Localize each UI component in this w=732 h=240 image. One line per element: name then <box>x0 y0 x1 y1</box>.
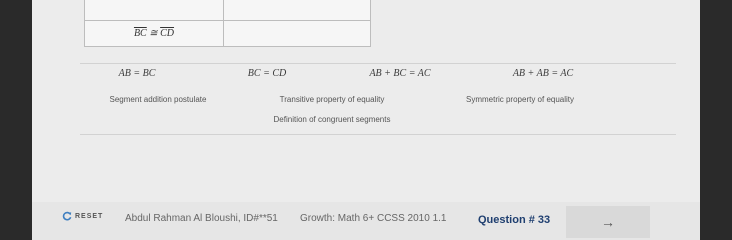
question-number: Question # 33 <box>478 214 551 226</box>
divider <box>80 134 676 135</box>
statement-option-1[interactable]: AB = BC <box>119 68 156 79</box>
reset-icon <box>62 211 72 221</box>
reason-option-3[interactable]: Symmetric property of equality <box>466 95 574 104</box>
statement-option-2[interactable]: BC = CD <box>248 68 286 79</box>
footer-bar: RESET Abdul Rahman Al Bloushi, ID#**51 G… <box>32 202 700 240</box>
table-row: BC ≅ CD <box>84 20 371 47</box>
reason-option-4[interactable]: Definition of congruent segments <box>274 115 391 124</box>
course-info: Growth: Math 6+ CCSS 2010 1.1 <box>300 213 447 224</box>
statement-option-4[interactable]: AB + AB = AC <box>513 68 573 79</box>
statement-cell[interactable]: BC ≅ CD <box>84 20 224 47</box>
reason-option-2[interactable]: Transitive property of equality <box>280 95 385 104</box>
reason-cell[interactable] <box>223 0 371 21</box>
reason-cell[interactable] <box>223 20 371 47</box>
statement-option-3[interactable]: AB + BC = AC <box>369 68 430 79</box>
proof-table: BC ≅ CD <box>84 0 371 47</box>
reason-option-1[interactable]: Segment addition postulate <box>110 95 207 104</box>
table-row <box>84 0 371 21</box>
arrow-right-icon: → <box>601 214 615 230</box>
next-button[interactable]: → <box>566 206 650 238</box>
reset-button[interactable]: RESET <box>62 211 103 221</box>
statement-value: BC ≅ CD <box>133 28 175 39</box>
student-info: Abdul Rahman Al Bloushi, ID#**51 <box>125 213 278 224</box>
statement-cell[interactable] <box>84 0 224 21</box>
reset-label: RESET <box>75 212 104 220</box>
divider <box>80 63 676 64</box>
